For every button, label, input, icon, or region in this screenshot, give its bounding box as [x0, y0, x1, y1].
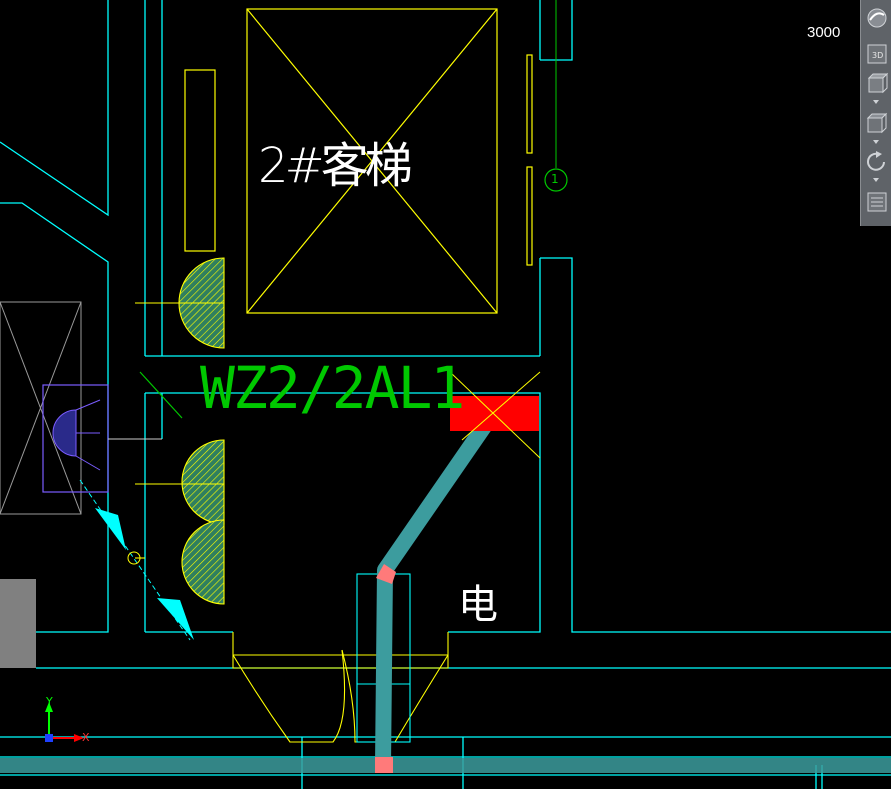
view-cube-icon[interactable] — [864, 72, 890, 96]
circuit-label: WZ2/2AL1 — [200, 354, 465, 422]
globe-icon[interactable] — [864, 6, 890, 30]
gray-block — [0, 579, 36, 668]
bottom-conduit — [0, 758, 891, 773]
chevron-down-icon[interactable] — [873, 178, 879, 182]
view-3d-icon[interactable]: 3D — [864, 42, 890, 66]
svg-text:3D: 3D — [872, 51, 883, 60]
properties-icon[interactable] — [864, 190, 890, 214]
conduit-end — [375, 757, 393, 773]
grid-bubble-label: 1 — [551, 172, 559, 186]
ucs-y-label: Y — [46, 695, 53, 708]
chevron-down-icon[interactable] — [873, 140, 879, 144]
left-box — [0, 301, 82, 515]
ucs-x-label: X — [82, 731, 90, 744]
circuit-tick — [139, 371, 183, 419]
orbit-icon[interactable] — [864, 150, 890, 174]
room-label: 电 — [458, 582, 498, 628]
door-swings — [135, 257, 225, 605]
view-box-icon[interactable] — [864, 112, 890, 136]
leader-arrows — [79, 479, 194, 641]
ucs-icon — [45, 702, 84, 742]
elevator-label: 2#客梯 — [258, 138, 413, 194]
navigation-bar: 3D — [860, 0, 891, 226]
chevron-down-icon[interactable] — [873, 100, 879, 104]
bottom-door — [232, 632, 449, 743]
scale-readout: 3000 — [807, 24, 841, 41]
